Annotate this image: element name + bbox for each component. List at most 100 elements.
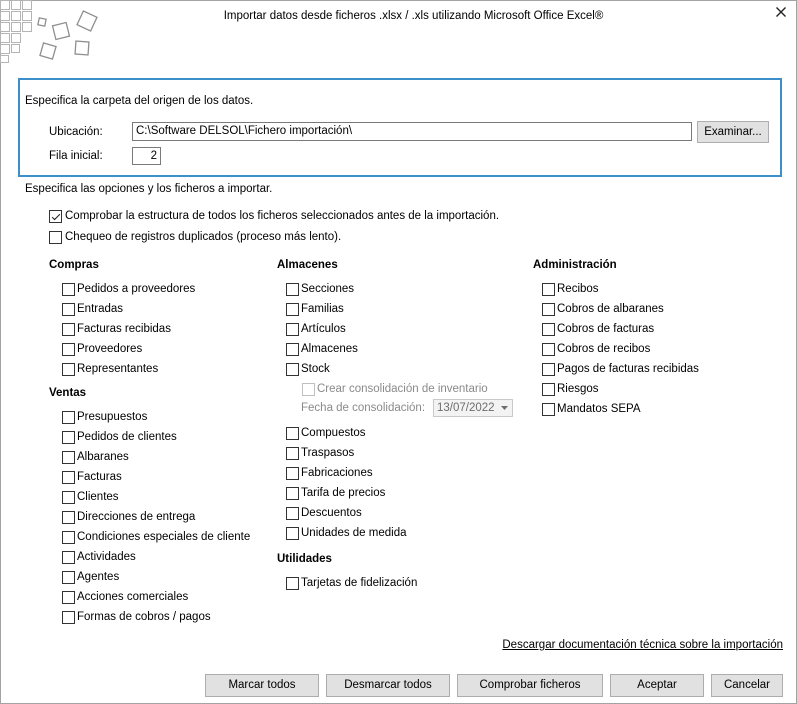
- check-duplicates-checkbox[interactable]: [49, 231, 62, 244]
- albaranes-label: Albaranes: [77, 451, 129, 463]
- acciones-comerciales-checkbox[interactable]: [62, 591, 75, 604]
- entradas-label: Entradas: [77, 303, 124, 315]
- start-row-input[interactable]: 2: [132, 147, 161, 165]
- window-title: Importar datos desde ficheros .xlsx / .x…: [223, 10, 604, 22]
- administracion-heading: Administración: [533, 259, 617, 271]
- check-structure-label: Comprobar la estructura de todos los fic…: [65, 210, 500, 222]
- browse-button[interactable]: Examinar...: [697, 121, 769, 143]
- facturas-label: Facturas: [77, 471, 122, 483]
- articulos-label: Artículos: [301, 323, 346, 335]
- crear-consolidacion-label: Crear consolidación de inventario: [317, 383, 488, 395]
- albaranes-checkbox[interactable]: [62, 451, 75, 464]
- proveedores-label: Proveedores: [77, 343, 143, 355]
- familias-checkbox[interactable]: [286, 303, 299, 316]
- secciones-checkbox[interactable]: [286, 283, 299, 296]
- facturas-recibidas-checkbox[interactable]: [62, 323, 75, 336]
- tarifa-de-precios-checkbox[interactable]: [286, 487, 299, 500]
- riesgos-checkbox[interactable]: [542, 383, 555, 396]
- mark-all-button[interactable]: Marcar todos: [205, 674, 319, 697]
- familias-label: Familias: [301, 303, 344, 315]
- clientes-label: Clientes: [77, 491, 119, 503]
- start-row-label: Fila inicial:: [49, 150, 103, 162]
- formas-de-cobros-pagos-label: Formas de cobros / pagos: [77, 611, 211, 623]
- mandatos-sepa-checkbox[interactable]: [542, 403, 555, 416]
- pagos-de-facturas-recibidas-checkbox[interactable]: [542, 363, 555, 376]
- almacenes-checkbox[interactable]: [286, 343, 299, 356]
- cobros-de-facturas-checkbox[interactable]: [542, 323, 555, 336]
- crear-consolidacion-checkbox: [302, 383, 315, 396]
- fabricaciones-checkbox[interactable]: [286, 467, 299, 480]
- pagos-de-facturas-recibidas-label: Pagos de facturas recibidas: [557, 363, 699, 375]
- source-heading: Especifica la carpeta del origen de los …: [25, 95, 254, 107]
- actividades-checkbox[interactable]: [62, 551, 75, 564]
- acciones-comerciales-label: Acciones comerciales: [77, 591, 189, 603]
- clientes-checkbox[interactable]: [62, 491, 75, 504]
- condiciones-especiales-checkbox[interactable]: [62, 531, 75, 544]
- location-label: Ubicación:: [49, 126, 103, 138]
- download-docs-link[interactable]: Descargar documentación técnica sobre la…: [502, 637, 783, 653]
- close-icon[interactable]: [773, 4, 789, 20]
- stock-checkbox[interactable]: [286, 363, 299, 376]
- agentes-checkbox[interactable]: [62, 571, 75, 584]
- tarjetas-de-fidelizacion-checkbox[interactable]: [286, 577, 299, 590]
- consolidation-date-label: Fecha de consolidación:: [301, 402, 426, 414]
- mandatos-sepa-label: Mandatos SEPA: [557, 403, 641, 415]
- compuestos-label: Compuestos: [301, 427, 366, 439]
- recibos-checkbox[interactable]: [542, 283, 555, 296]
- facturas-recibidas-label: Facturas recibidas: [77, 323, 171, 335]
- cancel-button[interactable]: Cancelar: [711, 674, 783, 697]
- facturas-checkbox[interactable]: [62, 471, 75, 484]
- ventas-heading: Ventas: [49, 387, 87, 399]
- location-input[interactable]: C:\Software DELSOL\Fichero importación\: [132, 122, 692, 141]
- riesgos-label: Riesgos: [557, 383, 599, 395]
- actividades-label: Actividades: [77, 551, 136, 563]
- condiciones-especiales-label: Condiciones especiales de cliente: [77, 531, 251, 543]
- check-duplicates-label: Chequeo de registros duplicados (proceso…: [65, 231, 342, 243]
- agentes-label: Agentes: [77, 571, 120, 583]
- representantes-checkbox[interactable]: [62, 363, 75, 376]
- check-files-button[interactable]: Comprobar ficheros: [457, 674, 603, 697]
- direcciones-de-entrega-checkbox[interactable]: [62, 511, 75, 524]
- articulos-checkbox[interactable]: [286, 323, 299, 336]
- descuentos-label: Descuentos: [301, 507, 362, 519]
- utilidades-heading: Utilidades: [277, 553, 332, 565]
- traspasos-checkbox[interactable]: [286, 447, 299, 460]
- options-heading: Especifica las opciones y los ficheros a…: [25, 183, 273, 195]
- unidades-de-medida-checkbox[interactable]: [286, 527, 299, 540]
- chevron-down-icon: [501, 406, 508, 410]
- pedidos-a-proveedores-checkbox[interactable]: [62, 283, 75, 296]
- check-structure-checkbox[interactable]: [49, 210, 62, 223]
- tarifa-de-precios-label: Tarifa de precios: [301, 487, 386, 499]
- recibos-label: Recibos: [557, 283, 599, 295]
- direcciones-de-entrega-label: Direcciones de entrega: [77, 511, 196, 523]
- descuentos-checkbox[interactable]: [286, 507, 299, 520]
- consolidation-date-dropdown: 13/07/2022: [433, 399, 513, 417]
- proveedores-checkbox[interactable]: [62, 343, 75, 356]
- representantes-label: Representantes: [77, 363, 159, 375]
- pedidos-a-proveedores-label: Pedidos a proveedores: [77, 283, 196, 295]
- fabricaciones-label: Fabricaciones: [301, 467, 373, 479]
- pedidos-de-clientes-checkbox[interactable]: [62, 431, 75, 444]
- cobros-de-recibos-label: Cobros de recibos: [557, 343, 651, 355]
- almacenes-label: Almacenes: [301, 343, 358, 355]
- presupuestos-label: Presupuestos: [77, 411, 148, 423]
- almacenes-heading: Almacenes: [277, 259, 338, 271]
- cobros-de-albaranes-label: Cobros de albaranes: [557, 303, 664, 315]
- cobros-de-albaranes-checkbox[interactable]: [542, 303, 555, 316]
- cobros-de-facturas-label: Cobros de facturas: [557, 323, 655, 335]
- formas-de-cobros-pagos-checkbox[interactable]: [62, 611, 75, 624]
- compras-heading: Compras: [49, 259, 99, 271]
- cobros-de-recibos-checkbox[interactable]: [542, 343, 555, 356]
- unmark-all-button[interactable]: Desmarcar todos: [326, 674, 450, 697]
- traspasos-label: Traspasos: [301, 447, 355, 459]
- entradas-checkbox[interactable]: [62, 303, 75, 316]
- accept-button[interactable]: Aceptar: [610, 674, 704, 697]
- tarjetas-de-fidelizacion-label: Tarjetas de fidelización: [301, 577, 418, 589]
- stock-label: Stock: [301, 363, 330, 375]
- presupuestos-checkbox[interactable]: [62, 411, 75, 424]
- pedidos-de-clientes-label: Pedidos de clientes: [77, 431, 177, 443]
- compuestos-checkbox[interactable]: [286, 427, 299, 440]
- secciones-label: Secciones: [301, 283, 355, 295]
- unidades-de-medida-label: Unidades de medida: [301, 527, 407, 539]
- consolidation-date-value: 13/07/2022: [437, 402, 495, 414]
